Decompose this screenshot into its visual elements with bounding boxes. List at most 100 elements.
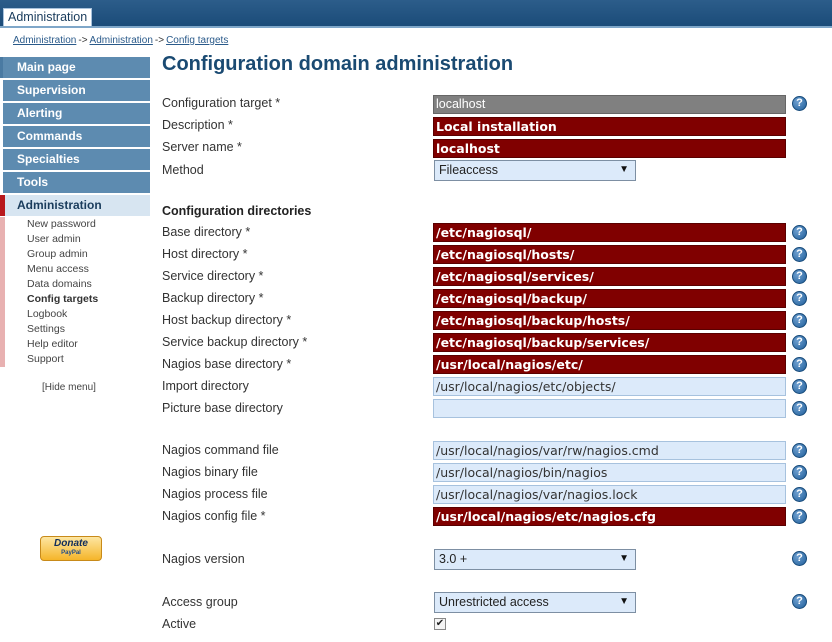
help-icon[interactable]: ?: [792, 247, 807, 262]
submenu-bar: [0, 247, 5, 262]
submenu-item-label: Config targets: [27, 293, 99, 305]
submenu-bar: [0, 352, 5, 367]
submenu-item-label: Menu access: [27, 263, 89, 275]
submenu-bar: [0, 217, 5, 232]
help-icon[interactable]: ?: [792, 465, 807, 480]
submenu-item-new-password[interactable]: New password: [0, 217, 150, 232]
sidebar-item-edge: [0, 172, 5, 193]
donate-label: Donate: [54, 538, 88, 549]
header-tab-administration[interactable]: Administration: [3, 8, 93, 28]
submenu-item-user-admin[interactable]: User admin: [0, 232, 150, 247]
base-directory-field[interactable]: /etc/nagiosql/: [433, 223, 786, 242]
method-select[interactable]: Fileaccess ▼: [434, 160, 636, 181]
label-description: Description *: [162, 118, 233, 132]
service-backup-directory-field[interactable]: /etc/nagiosql/backup/services/: [433, 333, 786, 352]
help-icon[interactable]: ?: [792, 357, 807, 372]
paypal-label: PayPal: [61, 550, 81, 556]
checkmark-icon: ✔: [435, 618, 445, 629]
config-target-field: localhost: [433, 95, 786, 114]
help-icon[interactable]: ?: [792, 551, 807, 566]
sidebar-item-commands[interactable]: Commands: [0, 126, 150, 147]
sidebar-item-specialties[interactable]: Specialties: [0, 149, 150, 170]
breadcrumb-link-config-targets[interactable]: Config targets: [166, 35, 228, 46]
access-group-select[interactable]: Unrestricted access ▼: [434, 592, 636, 613]
breadcrumb-separator: ->: [78, 35, 88, 46]
donate-paypal-button[interactable]: Donate PayPal: [40, 536, 102, 561]
nagios-binary-file-field[interactable]: /usr/local/nagios/bin/nagios: [433, 463, 786, 482]
submenu-item-menu-access[interactable]: Menu access: [0, 262, 150, 277]
label-method: Method: [162, 163, 204, 177]
label-picture-base-directory: Picture base directory: [162, 401, 283, 415]
breadcrumb-link-administration[interactable]: Administration: [13, 35, 76, 46]
import-directory-field[interactable]: /usr/local/nagios/etc/objects/: [433, 377, 786, 396]
server-name-field[interactable]: localhost: [433, 139, 786, 158]
chevron-down-icon: ▼: [619, 596, 629, 607]
help-icon[interactable]: ?: [792, 335, 807, 350]
nagios-config-file-field[interactable]: /usr/local/nagios/etc/nagios.cfg: [433, 507, 786, 526]
method-select-value: Fileaccess: [439, 163, 499, 177]
help-icon[interactable]: ?: [792, 401, 807, 416]
breadcrumb-link-administration-2[interactable]: Administration: [90, 35, 153, 46]
help-icon[interactable]: ?: [792, 379, 807, 394]
sidebar-item-main-page[interactable]: Main page: [0, 57, 150, 78]
nagios-command-file-field[interactable]: /usr/local/nagios/var/rw/nagios.cmd: [433, 441, 786, 460]
sidebar-item-label: Main page: [17, 60, 76, 74]
submenu-item-label: Help editor: [27, 338, 78, 350]
submenu-item-label: Settings: [27, 323, 65, 335]
host-backup-directory-field[interactable]: /etc/nagiosql/backup/hosts/: [433, 311, 786, 330]
nagios-process-file-field[interactable]: /usr/local/nagios/var/nagios.lock: [433, 485, 786, 504]
help-icon[interactable]: ?: [792, 509, 807, 524]
label-access-group: Access group: [162, 595, 238, 609]
submenu-item-logbook[interactable]: Logbook: [0, 307, 150, 322]
nagios-version-select[interactable]: 3.0 + ▼: [434, 549, 636, 570]
active-checkbox[interactable]: ✔: [434, 618, 446, 630]
submenu-bar: [0, 322, 5, 337]
help-icon[interactable]: ?: [792, 291, 807, 306]
submenu-item-data-domains[interactable]: Data domains: [0, 277, 150, 292]
submenu-item-support[interactable]: Support: [0, 352, 150, 367]
submenu-item-group-admin[interactable]: Group admin: [0, 247, 150, 262]
sidebar-item-edge: [0, 149, 5, 170]
help-icon[interactable]: ?: [792, 269, 807, 284]
sidebar-item-edge: [0, 126, 5, 147]
submenu-bar: [0, 262, 5, 277]
help-icon[interactable]: ?: [792, 487, 807, 502]
sidebar-item-administration[interactable]: Administration: [0, 195, 150, 216]
help-icon[interactable]: ?: [792, 313, 807, 328]
sidebar-item-label: Commands: [17, 129, 83, 143]
service-directory-field[interactable]: /etc/nagiosql/services/: [433, 267, 786, 286]
label-nagios-command-file: Nagios command file: [162, 443, 279, 457]
picture-base-directory-field[interactable]: [433, 399, 786, 418]
help-icon[interactable]: ?: [792, 443, 807, 458]
sidebar-item-tools[interactable]: Tools: [0, 172, 150, 193]
submenu-item-settings[interactable]: Settings: [0, 322, 150, 337]
sidebar-item-label: Alerting: [17, 106, 63, 120]
submenu-item-config-targets[interactable]: Config targets: [0, 292, 150, 307]
backup-directory-field[interactable]: /etc/nagiosql/backup/: [433, 289, 786, 308]
submenu-item-label: New password: [27, 218, 96, 230]
label-nagios-process-file: Nagios process file: [162, 487, 268, 501]
sidebar-item-alerting[interactable]: Alerting: [0, 103, 150, 124]
submenu-bar: [0, 277, 5, 292]
help-icon[interactable]: ?: [792, 96, 807, 111]
sidebar-item-label: Supervision: [17, 83, 86, 97]
access-group-select-value: Unrestricted access: [439, 595, 549, 609]
hide-menu-link[interactable]: [Hide menu]: [42, 382, 96, 393]
page-title: Configuration domain administration: [162, 53, 514, 75]
submenu-item-help-editor[interactable]: Help editor: [0, 337, 150, 352]
page: Administration Administration -> Administr…: [0, 0, 832, 642]
chevron-down-icon: ▼: [619, 553, 629, 564]
host-directory-field[interactable]: /etc/nagiosql/hosts/: [433, 245, 786, 264]
nagios-base-directory-field[interactable]: /usr/local/nagios/etc/: [433, 355, 786, 374]
help-icon[interactable]: ?: [792, 594, 807, 609]
sidebar-item-edge: [0, 80, 5, 101]
label-nagios-config-file: Nagios config file *: [162, 509, 266, 523]
breadcrumb: Administration -> Administration -> Config t…: [13, 35, 228, 46]
sidebar-item-edge: [0, 103, 5, 124]
label-config-target: Configuration target *: [162, 96, 281, 110]
submenu-bar: [0, 337, 5, 352]
help-icon[interactable]: ?: [792, 225, 807, 240]
description-field[interactable]: Local installation: [433, 117, 786, 136]
sidebar-item-supervision[interactable]: Supervision: [0, 80, 150, 101]
header-divider: [0, 26, 832, 28]
